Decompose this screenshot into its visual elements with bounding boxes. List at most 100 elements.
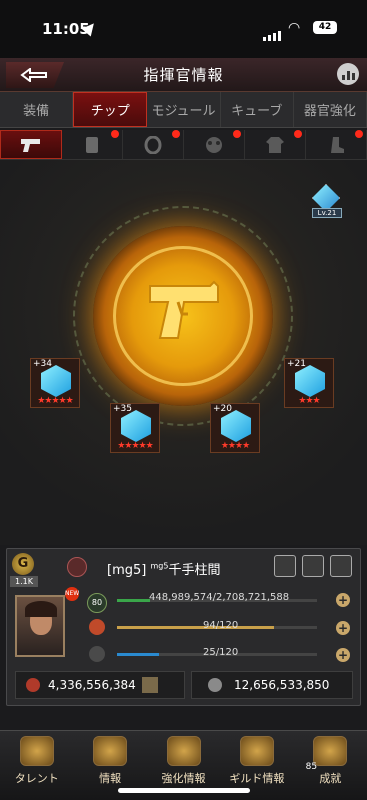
rank-count: 1.1K <box>10 576 38 587</box>
chip-slot-1[interactable]: +34 ★★★★★ <box>30 358 80 408</box>
pistol-icon <box>21 138 40 152</box>
list-icon[interactable] <box>302 555 324 577</box>
tab-equipment[interactable]: 装備 <box>0 92 74 127</box>
chip-stars: ★★★★ <box>220 441 250 451</box>
stamina-icon <box>89 619 105 635</box>
slot-tab-jacket[interactable] <box>245 130 306 159</box>
nav-guild-label: ギルド情報 <box>229 772 285 785</box>
signal-icon <box>263 22 283 41</box>
achievement-icon <box>313 736 348 766</box>
chip-stars: ★★★★★ <box>37 396 73 406</box>
exp-text: 448,989,574/2,708,721,588 <box>149 592 290 603</box>
rank-letter: G <box>12 553 34 575</box>
nav-enhance-label: 強化情報 <box>161 772 206 785</box>
slot-tab-pistol[interactable] <box>0 130 62 159</box>
achievement-count: 85 <box>305 762 318 772</box>
power-right-value: 12,656,533,850 <box>234 678 330 692</box>
hammer-icon <box>166 736 201 766</box>
core-level-badge[interactable]: Lv.21 <box>310 184 342 218</box>
stats-button[interactable] <box>337 63 359 85</box>
avatar-hair <box>25 601 57 617</box>
chip-icon <box>221 410 251 442</box>
chip-arena: Lv.21 +34 ★★★★★ +35 ★★★★★ +20 ★★★★ +21 ★… <box>0 160 367 545</box>
commander-panel: G 1.1K [mg5] mg5千手柱間 NEW 80 448,989,574/… <box>6 548 361 706</box>
energy-text: 25/120 <box>203 647 239 658</box>
alert-dot <box>294 130 302 138</box>
alert-dot <box>355 130 363 138</box>
info-icon <box>93 736 128 766</box>
tab-cube[interactable]: キューブ <box>221 92 294 127</box>
nav-achievement-label: 成就 <box>319 772 342 785</box>
exp-fill <box>117 599 151 602</box>
player-tag-small: mg5 <box>150 561 169 571</box>
home-indicator[interactable] <box>118 788 250 793</box>
tab-organ[interactable]: 器官強化 <box>294 92 367 127</box>
stamina-text: 94/120 <box>203 620 239 631</box>
gasmask-icon <box>206 136 222 153</box>
page-title: 指揮官情報 <box>143 66 224 84</box>
chip-slot-4[interactable]: +21 ★★★ <box>284 358 334 408</box>
talent-icon <box>19 736 54 766</box>
pistol-icon <box>149 280 219 339</box>
alert-dot <box>111 130 119 138</box>
alert-dot <box>233 130 241 138</box>
energy-fill <box>117 653 159 656</box>
stamina-fill <box>117 626 274 629</box>
chip-stars: ★★★★★ <box>117 441 153 451</box>
chip-icon <box>295 365 325 397</box>
chip-icon <box>121 410 151 442</box>
profile-icon[interactable] <box>274 555 296 577</box>
boots-icon <box>331 136 344 153</box>
avatar[interactable] <box>15 595 65 657</box>
player-tag: [mg5] <box>107 563 147 578</box>
chip-level: +21 <box>287 359 306 369</box>
power-detail-icon <box>141 677 158 693</box>
nav-info-label: 情報 <box>99 772 122 785</box>
chip-level: +20 <box>213 404 232 414</box>
kills-icon <box>208 678 222 692</box>
crossed-swords-icon <box>239 736 274 766</box>
nav-achievement[interactable]: 85 成就 <box>294 731 367 800</box>
slot-tab-vest[interactable] <box>62 130 123 159</box>
title-bar: 指揮官情報 <box>0 58 367 92</box>
chip-slot-3[interactable]: +20 ★★★★ <box>210 403 260 453</box>
chip-stars: ★★★ <box>298 396 320 406</box>
nav-talent-label: タレント <box>14 772 59 785</box>
jacket-icon <box>266 136 284 153</box>
power-box-left[interactable]: 4,336,556,384 <box>15 671 185 699</box>
slot-tab-gasmask[interactable] <box>184 130 245 159</box>
main-tabs: 装備 チップ モジュール キューブ 器官強化 <box>0 92 367 128</box>
gear-slot-tabs <box>0 130 367 160</box>
guild-emblem-icon[interactable] <box>67 557 87 577</box>
wifi-icon: ◠ <box>288 20 301 36</box>
energy-plus-button[interactable]: + <box>336 648 350 662</box>
chip-slot-2[interactable]: +35 ★★★★★ <box>110 403 160 453</box>
status-bar: 11:05 ◠ 42 <box>0 0 367 58</box>
core-level-label: Lv.21 <box>312 208 342 218</box>
level-badge: 80 <box>87 593 107 613</box>
player-name-main: 千手柱間 <box>168 563 221 578</box>
chip-level: +35 <box>113 404 132 414</box>
chip-level: +34 <box>33 359 52 369</box>
rune-icon <box>144 135 162 154</box>
slot-tab-rune[interactable] <box>123 130 184 159</box>
rank-badge[interactable]: G 1.1K <box>10 553 38 587</box>
stamina-plus-button[interactable]: + <box>336 621 350 635</box>
tab-chip[interactable]: チップ <box>73 92 148 127</box>
new-badge: NEW <box>65 587 79 601</box>
energy-icon <box>89 646 105 662</box>
battery-icon: 42 <box>313 21 337 34</box>
player-name: [mg5] mg5千手柱間 <box>107 559 220 578</box>
edit-icon[interactable] <box>330 555 352 577</box>
panel-actions <box>274 555 352 577</box>
alert-dot <box>172 130 180 138</box>
exp-plus-button[interactable]: + <box>336 593 350 607</box>
slot-tab-boots[interactable] <box>306 130 367 159</box>
power-left-value: 4,336,556,384 <box>48 678 136 692</box>
power-icon <box>26 678 40 692</box>
tab-module[interactable]: モジュール <box>147 92 221 127</box>
vest-icon <box>86 136 98 153</box>
power-box-right[interactable]: 12,656,533,850 <box>191 671 353 699</box>
nav-talent[interactable]: タレント <box>0 731 73 800</box>
chip-icon <box>41 365 71 397</box>
